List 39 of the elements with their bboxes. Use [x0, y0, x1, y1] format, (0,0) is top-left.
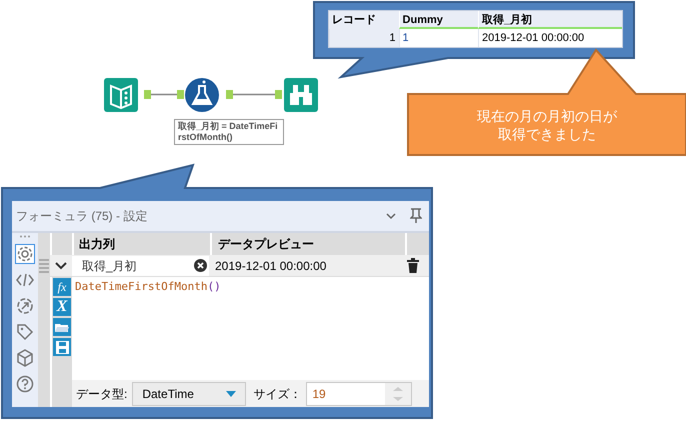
clear-icon[interactable] [194, 259, 207, 272]
binoculars-icon[interactable] [283, 77, 319, 113]
connector [226, 90, 282, 99]
connector [144, 90, 184, 99]
data-type-dropdown[interactable]: DateTime [132, 382, 246, 406]
data-type-label: データ型: [76, 386, 128, 402]
folder-icon[interactable] [53, 318, 71, 336]
cube-icon[interactable] [15, 348, 35, 368]
note-text: 現在の月の月初の日が 取得できました [477, 106, 617, 142]
book-icon[interactable] [103, 77, 139, 113]
table-cell: 1 [329, 29, 399, 47]
chevron-down-icon[interactable] [386, 212, 396, 220]
column-header: データプレビュー [212, 233, 405, 255]
pin-icon[interactable] [410, 208, 422, 224]
arrow-circle-icon[interactable] [15, 296, 35, 316]
tag-icon[interactable] [15, 322, 35, 342]
more-icon[interactable] [19, 235, 31, 238]
preview-value: 2019-12-01 00:00:00 [214, 258, 328, 274]
flask-icon[interactable] [184, 77, 220, 113]
column-header: 出力列 [74, 233, 210, 255]
table-cell: 2019-12-01 00:00:00 [478, 29, 622, 47]
table-cell: 1 [398, 29, 478, 47]
variable-button[interactable]: X [53, 298, 71, 316]
caret-icon [226, 390, 236, 396]
size-field[interactable]: 19 [306, 382, 412, 406]
function-button[interactable]: fx [53, 278, 71, 296]
panel-title: フォーミュラ (75) - 設定 [16, 208, 148, 225]
column-header: Dummy [398, 11, 478, 29]
output-column-field[interactable]: 取得_月初 [72, 256, 209, 276]
annotation-text: 取得_月初 = DateTimeFirstOfMonth() [174, 119, 284, 145]
drag-handle-icon[interactable] [39, 258, 49, 272]
settings-icon[interactable] [15, 244, 35, 264]
column-header: レコード [329, 11, 399, 29]
formula-editor[interactable]: DateTimeFirstOfMonth() [72, 277, 429, 380]
trash-icon[interactable] [407, 258, 419, 273]
save-icon[interactable] [53, 338, 71, 356]
help-icon[interactable] [15, 374, 35, 394]
size-label: サイズ： [253, 386, 302, 402]
column-header: 取得_月初 [478, 11, 622, 29]
